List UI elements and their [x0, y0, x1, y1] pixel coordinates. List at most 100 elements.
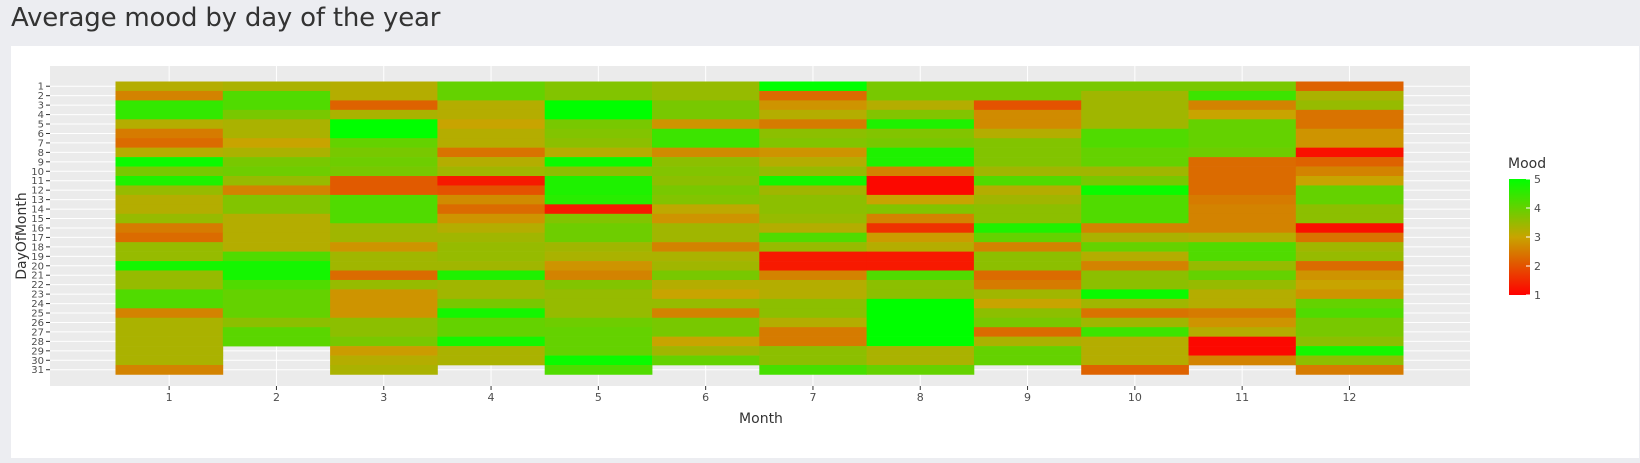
heatmap-cell-m4-d18 — [437, 242, 546, 252]
heatmap-cell-m11-d17 — [1188, 232, 1297, 243]
heatmap-cell-m12-d29 — [1295, 346, 1404, 356]
heatmap-cell-m5-d15 — [544, 213, 653, 224]
heatmap-cell-m3-d26 — [330, 317, 438, 328]
heatmap-cell-m6-d17 — [652, 232, 760, 243]
heatmap-cell-m4-d25 — [437, 308, 546, 319]
heatmap-cell-m2-d10 — [222, 166, 331, 177]
heatmap-cell-m3-d17 — [330, 232, 438, 243]
heatmap-cell-m2-d27 — [222, 327, 331, 337]
heatmap-cell-m4-d6 — [437, 128, 546, 139]
heatmap-cell-m10-d7 — [1081, 138, 1189, 148]
heatmap-cell-m2-d2 — [222, 90, 331, 101]
heatmap-cell-m9-d13 — [973, 194, 1082, 205]
heatmap-cell-m6-d12 — [652, 185, 760, 196]
heatmap-cell-m4-d5 — [437, 119, 546, 130]
heatmap-cell-m1-d1 — [115, 81, 224, 92]
heatmap-cell-m3-d19 — [330, 251, 438, 262]
heatmap-cell-m1-d31 — [115, 365, 224, 375]
heatmap-cell-m6-d3 — [652, 100, 760, 111]
heatmap-cell-m1-d29 — [115, 346, 224, 356]
x-tick-label: 10 — [1128, 391, 1142, 404]
heatmap-cell-m12-d6 — [1295, 128, 1404, 139]
heatmap-cell-m6-d30 — [652, 355, 760, 366]
heatmap-cell-m6-d7 — [652, 138, 760, 148]
heatmap-cell-m6-d27 — [652, 327, 760, 337]
heatmap-cell-m9-d28 — [973, 336, 1082, 347]
heatmap-cell-m9-d17 — [973, 232, 1082, 243]
heatmap-cell-m2-d28 — [222, 336, 331, 347]
heatmap-cell-m6-d21 — [652, 270, 760, 281]
heatmap-cell-m4-d16 — [437, 223, 546, 233]
heatmap-cell-m8-d18 — [866, 242, 975, 252]
heatmap-cell-m2-d6 — [222, 128, 331, 139]
heatmap-cell-m8-d2 — [866, 90, 975, 101]
heatmap-cell-m1-d14 — [115, 204, 224, 215]
heatmap-cell-m9-d14 — [973, 204, 1082, 215]
heatmap-cell-m7-d27 — [759, 327, 867, 337]
heatmap-cell-m12-d2 — [1295, 90, 1404, 101]
heatmap-cell-m2-d8 — [222, 147, 331, 158]
heatmap-cell-m1-d13 — [115, 194, 224, 205]
heatmap-cell-m8-d17 — [866, 232, 975, 243]
heatmap-cell-m6-d9 — [652, 157, 760, 167]
heatmap-cell-m1-d18 — [115, 242, 224, 252]
heatmap-cell-m8-d16 — [866, 223, 975, 233]
heatmap-cell-m10-d23 — [1081, 289, 1189, 300]
heatmap-cell-m1-d24 — [115, 298, 224, 309]
heatmap-cell-m8-d10 — [866, 166, 975, 177]
heatmap-cell-m10-d16 — [1081, 223, 1189, 233]
heatmap-cell-m7-d16 — [759, 223, 867, 233]
heatmap-cell-m5-d29 — [544, 346, 653, 356]
heatmap-cell-m3-d13 — [330, 194, 438, 205]
heatmap-cell-m11-d19 — [1188, 251, 1297, 262]
heatmap-cell-m9-d3 — [973, 100, 1082, 111]
heatmap-cell-m10-d27 — [1081, 327, 1189, 337]
heatmap-cell-m2-d15 — [222, 213, 331, 224]
heatmap-cell-m6-d16 — [652, 223, 760, 233]
heatmap-cell-m8-d31 — [866, 365, 975, 375]
heatmap-cell-m3-d1 — [330, 81, 438, 92]
heatmap-cell-m12-d10 — [1295, 166, 1404, 177]
heatmap-cell-m1-d22 — [115, 279, 224, 290]
heatmap-cell-m7-d12 — [759, 185, 867, 196]
heatmap-cell-m9-d20 — [973, 261, 1082, 271]
heatmap-cell-m7-d5 — [759, 119, 867, 130]
heatmap-cell-m8-d23 — [866, 289, 975, 300]
heatmap-cell-m4-d12 — [437, 185, 546, 196]
heatmap-cell-m3-d24 — [330, 298, 438, 309]
heatmap-cell-m9-d23 — [973, 289, 1082, 300]
heatmap-cell-m6-d6 — [652, 128, 760, 139]
heatmap-cell-m3-d15 — [330, 213, 438, 224]
heatmap-cell-m4-d26 — [437, 317, 546, 328]
heatmap-cell-m2-d19 — [222, 251, 331, 262]
heatmap-cell-m7-d23 — [759, 289, 867, 300]
x-tick-label: 5 — [595, 391, 602, 404]
heatmap-cell-m5-d21 — [544, 270, 653, 281]
heatmap-cell-m10-d30 — [1081, 355, 1189, 366]
y-axis-title: DayOfMonth — [14, 192, 30, 279]
heatmap-cell-m5-d9 — [544, 157, 653, 167]
heatmap-cell-m8-d20 — [866, 261, 975, 271]
heatmap-cell-m9-d27 — [973, 327, 1082, 337]
heatmap-cell-m3-d7 — [330, 138, 438, 148]
heatmap-cell-m6-d1 — [652, 81, 760, 92]
heatmap-cell-m6-d22 — [652, 279, 760, 290]
heatmap-cell-m11-d12 — [1188, 185, 1297, 196]
heatmap-cell-m10-d15 — [1081, 213, 1189, 224]
heatmap-cell-m12-d17 — [1295, 232, 1404, 243]
heatmap-cell-m3-d18 — [330, 242, 438, 252]
heatmap-cell-m12-d5 — [1295, 119, 1404, 130]
heatmap-cell-m12-d28 — [1295, 336, 1404, 347]
heatmap-cell-m2-d16 — [222, 223, 331, 233]
heatmap-cell-m8-d29 — [866, 346, 975, 356]
heatmap-cell-m8-d3 — [866, 100, 975, 111]
heatmap-cell-m10-d22 — [1081, 279, 1189, 290]
heatmap-cell-m6-d8 — [652, 147, 760, 158]
heatmap-cell-m10-d14 — [1081, 204, 1189, 215]
heatmap-cell-m5-d18 — [544, 242, 653, 252]
heatmap-cell-m3-d3 — [330, 100, 438, 111]
heatmap-cell-m6-d24 — [652, 298, 760, 309]
heatmap-cell-m9-d18 — [973, 242, 1082, 252]
heatmap-cell-m1-d9 — [115, 157, 224, 167]
heatmap-cell-m10-d31 — [1081, 365, 1189, 375]
